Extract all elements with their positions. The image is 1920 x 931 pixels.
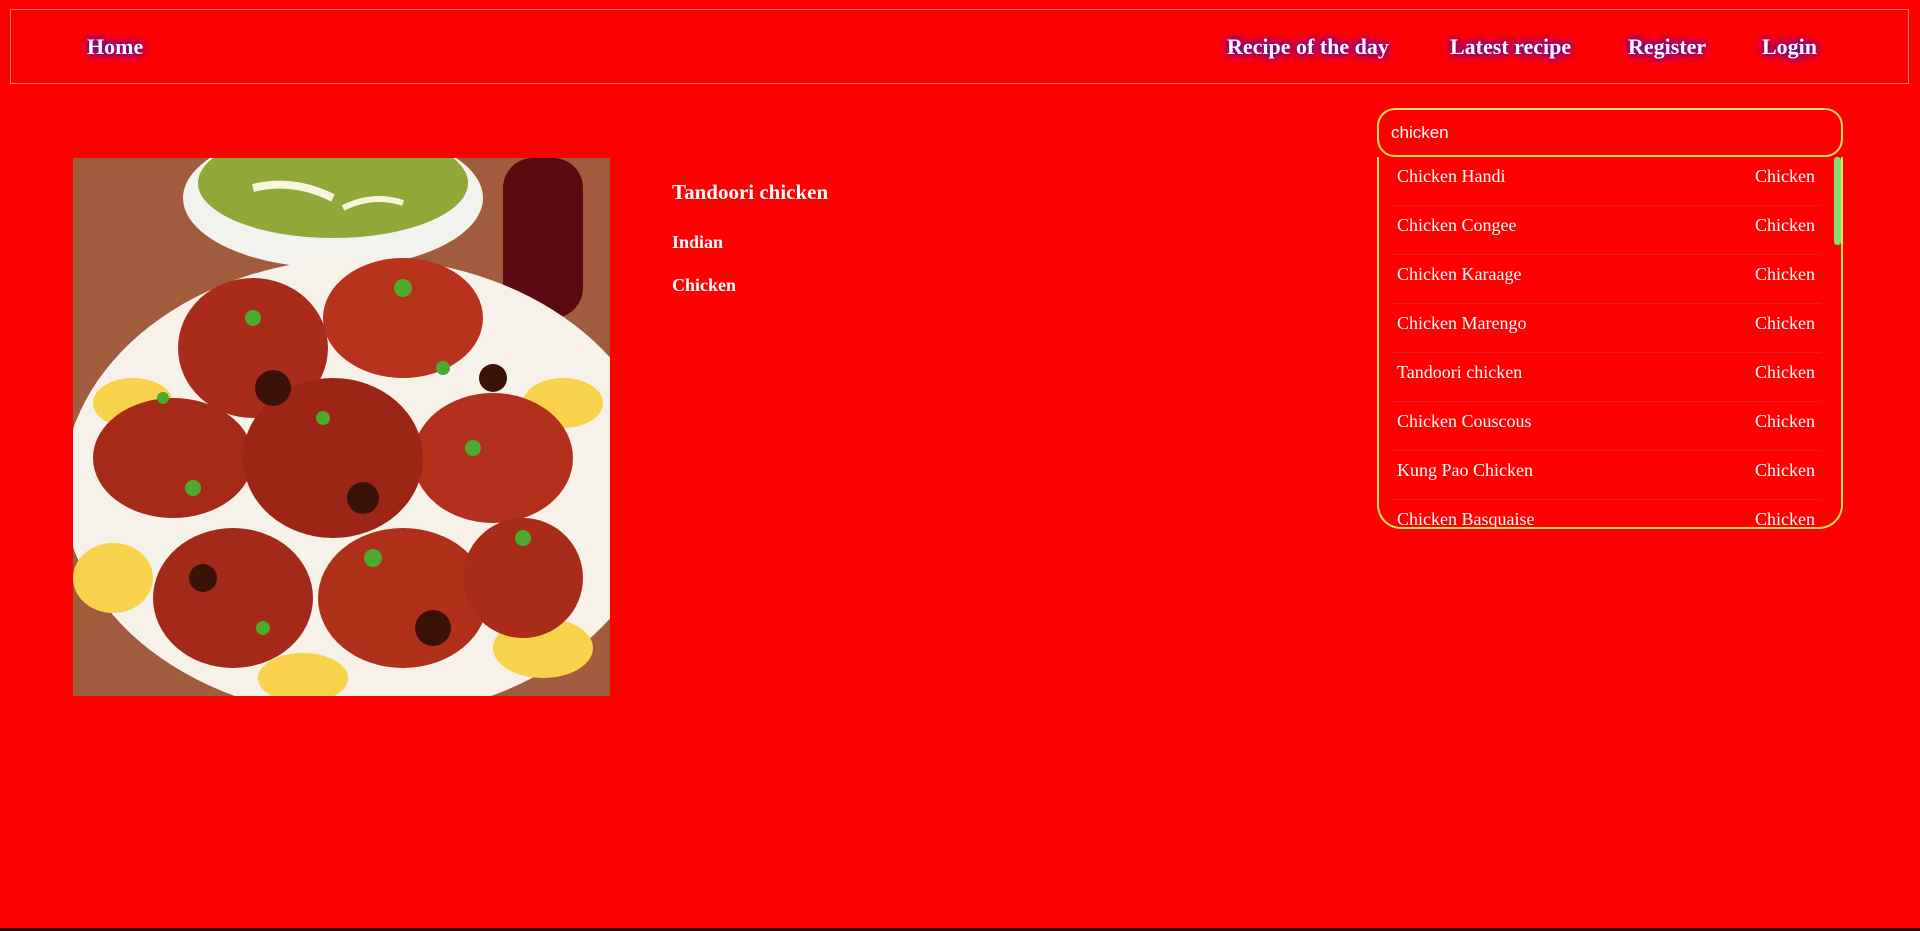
search-result-row[interactable]: Chicken Couscous Chicken — [1391, 402, 1821, 451]
search-results-dropdown[interactable]: Chicken Handi Chicken Chicken Congee Chicke… — [1377, 157, 1843, 529]
top-navbar: Home Recipe of the day Latest recipe Reg… — [10, 9, 1909, 84]
search-result-row[interactable]: Kung Pao Chicken Chicken — [1391, 451, 1821, 500]
tandoori-chicken-photo-icon — [73, 158, 610, 696]
search-result-category: Chicken — [1755, 460, 1815, 480]
nav-home-link[interactable]: Home — [87, 34, 143, 60]
nav-login-link[interactable]: Login — [1762, 34, 1817, 60]
results-scrollbar[interactable] — [1834, 157, 1841, 245]
search-box — [1377, 108, 1843, 157]
search-result-category: Chicken — [1755, 509, 1815, 529]
nav-recipe-of-the-day-link[interactable]: Recipe of the day — [1227, 34, 1389, 60]
search-result-row[interactable]: Chicken Marengo Chicken — [1391, 304, 1821, 353]
search-result-name: Chicken Basquaise — [1397, 509, 1535, 529]
nav-register-link[interactable]: Register — [1628, 34, 1706, 60]
search-result-name: Tandoori chicken — [1397, 362, 1523, 382]
search-result-name: Chicken Karaage — [1397, 264, 1522, 284]
search-result-row[interactable]: Tandoori chicken Chicken — [1391, 353, 1821, 402]
search-result-row[interactable]: Chicken Basquaise Chicken — [1391, 500, 1821, 529]
recipe-title: Tandoori chicken — [672, 180, 829, 204]
search-result-category: Chicken — [1755, 166, 1815, 186]
search-result-name: Chicken Congee — [1397, 215, 1517, 235]
recipe-category: Chicken — [672, 275, 737, 295]
search-result-category: Chicken — [1755, 362, 1815, 382]
search-result-category: Chicken — [1755, 313, 1815, 333]
search-result-category: Chicken — [1755, 215, 1815, 235]
nav-latest-recipe-link[interactable]: Latest recipe — [1450, 34, 1571, 60]
search-results-list: Chicken Handi Chicken Chicken Congee Chicke… — [1379, 157, 1841, 527]
search-result-row[interactable]: Chicken Handi Chicken — [1391, 157, 1821, 206]
search-input[interactable] — [1391, 110, 1831, 155]
recipe-area: Indian — [672, 232, 724, 252]
search-result-name: Chicken Couscous — [1397, 411, 1532, 431]
recipe-image — [73, 158, 610, 696]
search-result-category: Chicken — [1755, 411, 1815, 431]
search-result-name: Chicken Marengo — [1397, 313, 1527, 333]
search-result-name: Chicken Handi — [1397, 166, 1506, 186]
search-result-category: Chicken — [1755, 264, 1815, 284]
search-result-row[interactable]: Chicken Karaage Chicken — [1391, 255, 1821, 304]
search-result-row[interactable]: Chicken Congee Chicken — [1391, 206, 1821, 255]
search-result-name: Kung Pao Chicken — [1397, 460, 1533, 480]
